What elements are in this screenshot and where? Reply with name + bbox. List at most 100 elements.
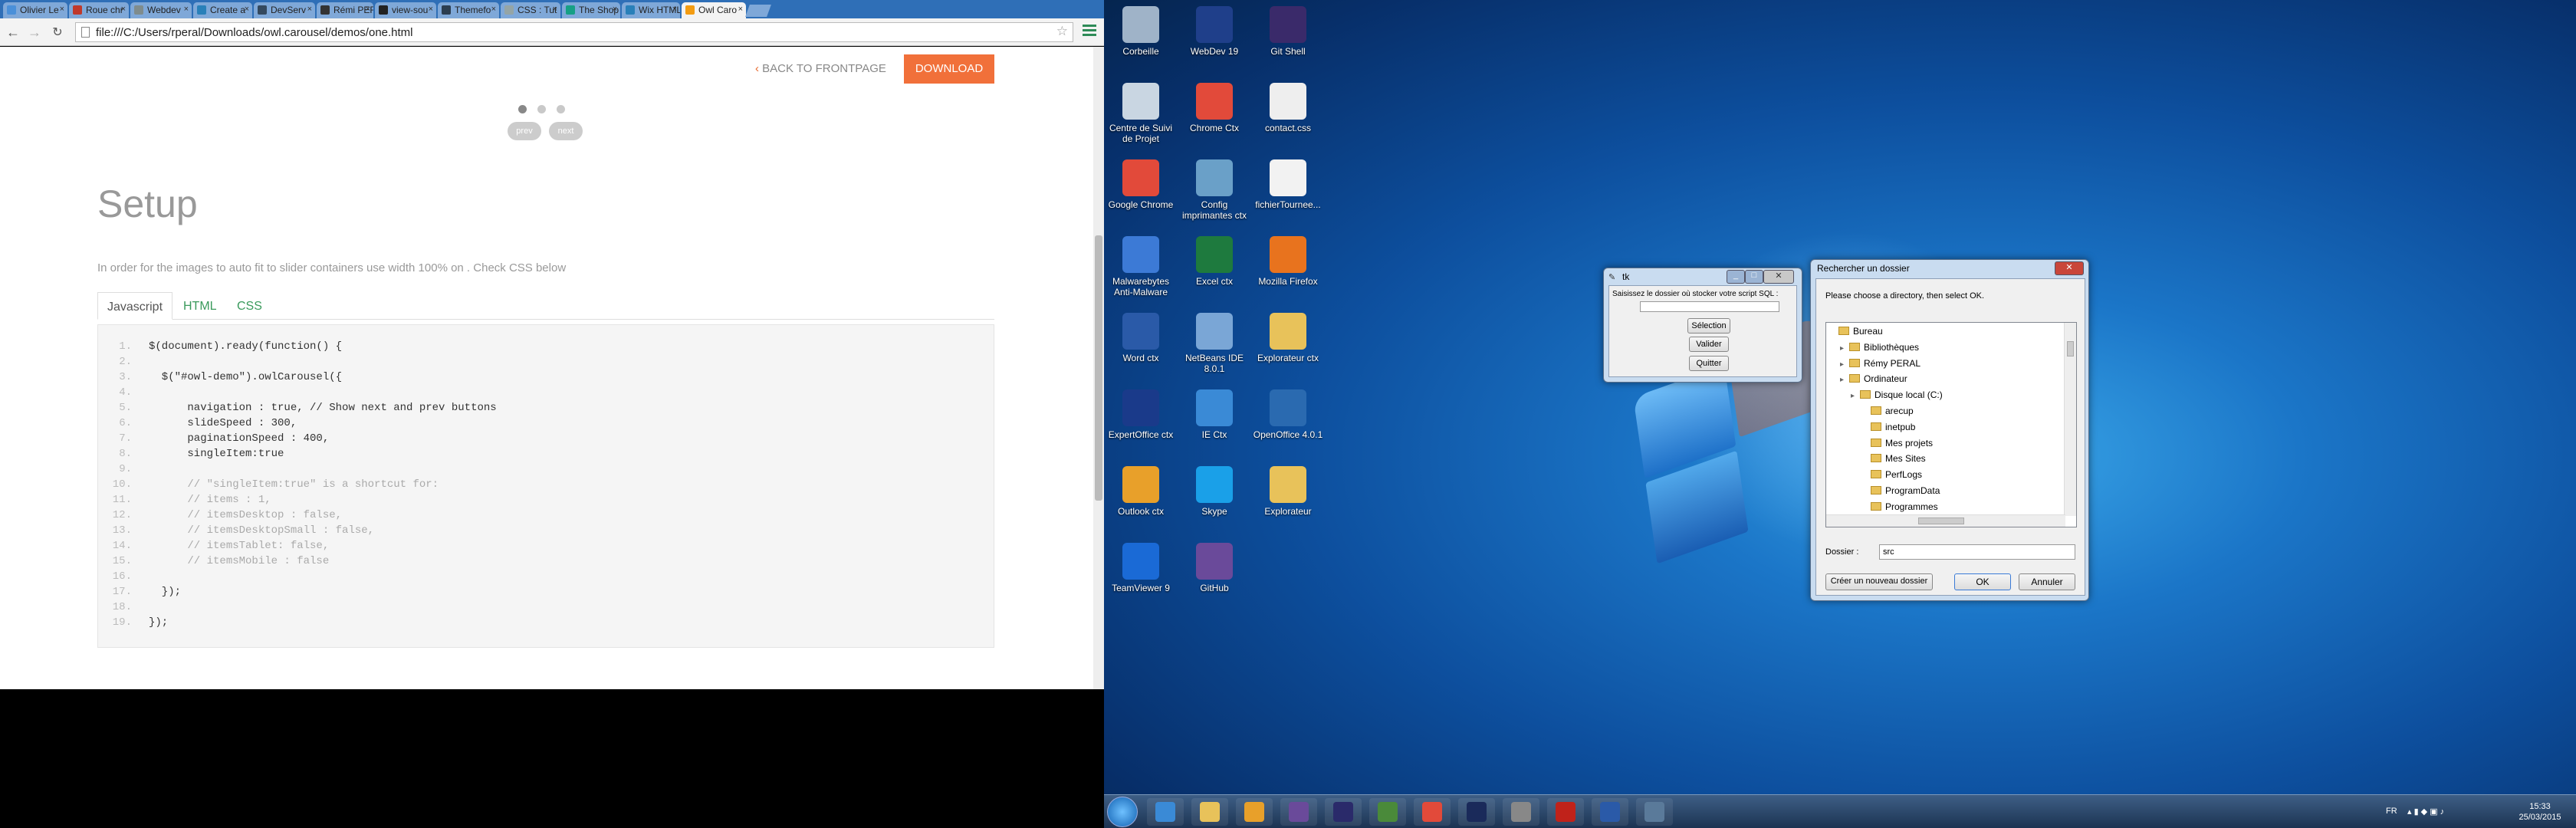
pagination-dot[interactable] bbox=[537, 105, 546, 113]
back-to-frontpage-link[interactable]: ‹ BACK TO FRONTPAGE bbox=[755, 62, 886, 75]
desktop-icon[interactable]: Git Shell bbox=[1251, 6, 1325, 57]
tab-html[interactable]: HTML bbox=[174, 292, 226, 320]
selection-button[interactable]: Sélection bbox=[1687, 318, 1730, 334]
prev-button[interactable]: prev bbox=[508, 122, 541, 140]
taskbar-app2-button[interactable] bbox=[1325, 798, 1362, 826]
desktop-icon[interactable]: Word ctx bbox=[1104, 313, 1178, 363]
desktop-icon[interactable]: NetBeans IDE 8.0.1 bbox=[1178, 313, 1251, 374]
browse-folder-dialog[interactable]: Rechercher un dossier ✕ Please choose a … bbox=[1810, 259, 2089, 601]
taskbar-ie-button[interactable] bbox=[1147, 798, 1184, 826]
taskbar-media-button[interactable] bbox=[1236, 798, 1273, 826]
desktop-icon[interactable]: TeamViewer 9 bbox=[1104, 543, 1178, 593]
tab-close-icon[interactable]: × bbox=[738, 5, 743, 14]
browser-tab[interactable]: CSS : Tut × bbox=[501, 2, 560, 18]
desktop-icon[interactable]: IE Ctx bbox=[1178, 389, 1251, 440]
clock[interactable]: 15:33 25/03/2015 bbox=[2513, 801, 2567, 823]
minimize-button[interactable]: _ bbox=[1727, 270, 1745, 284]
page-scrollbar[interactable] bbox=[1093, 47, 1104, 689]
desktop-icon[interactable]: Skype bbox=[1178, 466, 1251, 517]
desktop-icon[interactable]: WebDev 19 bbox=[1178, 6, 1251, 57]
expand-icon[interactable]: ▸ bbox=[1840, 360, 1849, 369]
browser-tab[interactable]: Themefo × bbox=[438, 2, 499, 18]
pagination-dot[interactable] bbox=[557, 105, 565, 113]
reload-icon[interactable]: ↻ bbox=[49, 25, 66, 40]
folder-path-input[interactable] bbox=[1640, 301, 1779, 312]
browser-tab[interactable]: Olivier Le × bbox=[3, 2, 67, 18]
download-button[interactable]: DOWNLOAD bbox=[904, 54, 994, 84]
tab-close-icon[interactable]: × bbox=[307, 5, 312, 14]
tab-close-icon[interactable]: × bbox=[366, 5, 370, 14]
ok-button[interactable]: OK bbox=[1954, 573, 2011, 590]
tree-item[interactable]: Mes Sites bbox=[1829, 453, 2076, 469]
desktop-icon[interactable]: Malwarebytes Anti-Malware bbox=[1104, 236, 1178, 297]
valider-button[interactable]: Valider bbox=[1689, 337, 1729, 352]
tab-close-icon[interactable]: × bbox=[613, 5, 617, 14]
taskbar-word-button[interactable] bbox=[1592, 798, 1628, 826]
taskbar-chrome-button[interactable] bbox=[1414, 798, 1451, 826]
tab-close-icon[interactable]: × bbox=[491, 5, 496, 14]
browser-tab[interactable]: Rémi PER × bbox=[317, 2, 373, 18]
tree-item[interactable]: inetpub bbox=[1829, 422, 2076, 438]
browser-tab[interactable]: Wix HTML × bbox=[622, 2, 680, 18]
language-indicator[interactable]: FR bbox=[2386, 807, 2397, 816]
desktop-icon[interactable]: Config imprimantes ctx bbox=[1178, 159, 1251, 221]
tab-close-icon[interactable]: × bbox=[672, 5, 677, 14]
desktop-icon[interactable]: ExpertOffice ctx bbox=[1104, 389, 1178, 440]
desktop-icon[interactable]: contact.css bbox=[1251, 83, 1325, 133]
taskbar-photoshop-button[interactable] bbox=[1458, 798, 1495, 826]
tree-item[interactable]: ProgramData bbox=[1829, 485, 2076, 501]
taskbar-app-button[interactable] bbox=[1280, 798, 1317, 826]
forward-icon[interactable]: → bbox=[26, 25, 43, 41]
cancel-button[interactable]: Annuler bbox=[2019, 573, 2075, 590]
tab-close-icon[interactable]: × bbox=[121, 5, 126, 14]
tree-item[interactable]: arecup bbox=[1829, 406, 2076, 422]
desktop-icon[interactable]: GitHub bbox=[1178, 543, 1251, 593]
tree-hscrollbar[interactable] bbox=[1826, 514, 2065, 527]
tray-icons[interactable]: ▴ ▮ ◆ ▣ ♪ bbox=[2407, 807, 2444, 816]
browser-tab[interactable]: view-sou × bbox=[375, 2, 436, 18]
desktop-icon[interactable]: Excel ctx bbox=[1178, 236, 1251, 287]
tree-item[interactable]: ▸ Bibliothèques bbox=[1829, 342, 2076, 358]
address-bar[interactable]: file:///C:/Users/rperal/Downloads/owl.ca… bbox=[75, 22, 1073, 42]
desktop-icon[interactable]: Outlook ctx bbox=[1104, 466, 1178, 517]
menu-icon[interactable] bbox=[1083, 25, 1096, 38]
desktop-icon[interactable]: fichierTournee... bbox=[1251, 159, 1325, 210]
dialog-close-button[interactable]: ✕ bbox=[2055, 261, 2084, 275]
desktop-icon[interactable]: Chrome Ctx bbox=[1178, 83, 1251, 133]
browser-tab[interactable]: Roue chr × bbox=[69, 2, 129, 18]
maximize-button[interactable]: □ bbox=[1745, 270, 1763, 284]
tree-item[interactable]: ▸ Ordinateur bbox=[1829, 373, 2076, 389]
tab-close-icon[interactable]: × bbox=[553, 5, 557, 14]
close-button[interactable]: ✕ bbox=[1763, 270, 1794, 284]
taskbar-app4-button[interactable] bbox=[1503, 798, 1539, 826]
tree-item[interactable]: PerfLogs bbox=[1829, 469, 2076, 485]
browser-tab[interactable]: Webdev × bbox=[130, 2, 192, 18]
desktop-icon[interactable]: Centre de Suivi de Projet bbox=[1104, 83, 1178, 144]
tab-close-icon[interactable]: × bbox=[245, 5, 249, 14]
desktop-icon[interactable]: Mozilla Firefox bbox=[1251, 236, 1325, 287]
new-folder-button[interactable]: Créer un nouveau dossier bbox=[1825, 573, 1933, 590]
scrollbar-thumb[interactable] bbox=[1095, 235, 1102, 501]
tab-close-icon[interactable]: × bbox=[429, 5, 433, 14]
taskbar-app5-button[interactable] bbox=[1636, 798, 1673, 826]
star-icon[interactable]: ☆ bbox=[1056, 24, 1068, 39]
taskbar-app3-button[interactable] bbox=[1369, 798, 1406, 826]
browser-tab[interactable]: DevServ × bbox=[254, 2, 315, 18]
taskbar-explorer-button[interactable] bbox=[1191, 798, 1228, 826]
tree-item[interactable]: Bureau bbox=[1829, 326, 2076, 342]
new-tab-button[interactable] bbox=[745, 5, 771, 17]
tab-css[interactable]: CSS bbox=[228, 292, 271, 320]
quitter-button[interactable]: Quitter bbox=[1689, 356, 1729, 371]
tree-vscrollbar[interactable] bbox=[2064, 323, 2076, 516]
desktop-icon[interactable]: OpenOffice 4.0.1 bbox=[1251, 389, 1325, 440]
browser-tab[interactable]: Owl Caro × bbox=[682, 2, 746, 18]
tab-close-icon[interactable]: × bbox=[60, 5, 64, 14]
tab-javascript[interactable]: Javascript bbox=[97, 292, 173, 320]
tk-window[interactable]: ✎ tk _ □ ✕ Saisissez le dossier où stock… bbox=[1603, 268, 1802, 383]
browser-tab[interactable]: The Shop × bbox=[562, 2, 620, 18]
back-icon[interactable]: ← bbox=[5, 25, 21, 41]
start-button[interactable] bbox=[1107, 797, 1138, 827]
expand-icon[interactable]: ▸ bbox=[1851, 392, 1860, 400]
desktop-icon[interactable]: Google Chrome bbox=[1104, 159, 1178, 210]
tab-close-icon[interactable]: × bbox=[184, 5, 189, 14]
